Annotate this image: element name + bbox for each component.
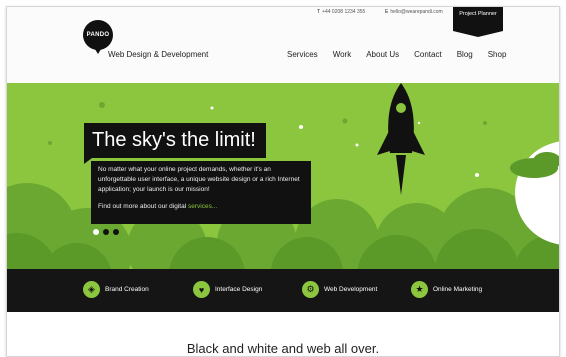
- nav-blog[interactable]: Blog: [457, 50, 473, 59]
- slide-dot-1[interactable]: [93, 229, 99, 235]
- nav-contact[interactable]: Contact: [414, 50, 442, 59]
- browser-frame: PANDO Web Design & Development T +44 0208…: [6, 6, 560, 357]
- globe-icon: ◈: [83, 281, 100, 298]
- rocket-icon: [377, 83, 425, 195]
- service-interface-design[interactable]: ♥ Interface Design: [193, 281, 262, 298]
- hero-description: No matter what your online project deman…: [91, 161, 311, 224]
- section-heading: Black and white and web all over.: [186, 341, 380, 356]
- slide-dot-2[interactable]: [103, 229, 109, 235]
- nav-services[interactable]: Services: [287, 50, 318, 59]
- service-label: Web Development: [324, 286, 378, 293]
- gear-icon: ⚙: [302, 281, 319, 298]
- service-label: Online Marketing: [433, 286, 483, 293]
- service-online-marketing[interactable]: ★ Online Marketing: [411, 281, 482, 298]
- email-contact[interactable]: Ehello@wearepandi.com: [385, 9, 443, 15]
- service-label: Interface Design: [215, 286, 263, 293]
- services-bar: ◈ Brand Creation ♥ Interface Design ⚙ We…: [7, 269, 559, 312]
- services-link[interactable]: services...: [188, 203, 217, 210]
- service-brand-creation[interactable]: ◈ Brand Creation: [83, 281, 149, 298]
- nav-work[interactable]: Work: [333, 50, 352, 59]
- phone-icon: T: [317, 9, 321, 15]
- logo[interactable]: PANDO: [83, 20, 113, 54]
- hero-more-line: Find out more about our digital services…: [98, 202, 304, 212]
- logo-text: PANDO: [86, 32, 110, 38]
- slide-dot-3[interactable]: [113, 229, 119, 235]
- project-planner-label: Project Planner: [459, 11, 497, 17]
- main-nav: Services Work About Us Contact Blog Shop: [287, 50, 521, 59]
- service-label: Brand Creation: [105, 286, 149, 293]
- service-web-development[interactable]: ⚙ Web Development: [302, 281, 377, 298]
- heart-icon: ♥: [193, 281, 210, 298]
- phone-contact: T +44 0208 1234 355: [317, 9, 365, 15]
- email-address[interactable]: hello@wearepandi.com: [390, 9, 442, 15]
- hero-banner: The sky's the limit! No matter what your…: [7, 83, 559, 269]
- hero-headline: The sky's the limit!: [84, 123, 266, 164]
- star-icon: ★: [411, 281, 428, 298]
- email-icon: E: [385, 9, 389, 15]
- project-planner-button[interactable]: Project Planner: [453, 7, 503, 37]
- phone-number: +44 0208 1234 355: [322, 9, 366, 15]
- more-prefix: Find out more about our digital: [98, 203, 187, 210]
- nav-shop[interactable]: Shop: [488, 50, 507, 59]
- tagline: Web Design & Development: [108, 50, 209, 59]
- hero-body: No matter what your online project deman…: [98, 166, 300, 193]
- nav-about-us[interactable]: About Us: [366, 50, 399, 59]
- intro-section: Black and white and web all over.: [7, 312, 559, 356]
- site-header: PANDO Web Design & Development T +44 0208…: [7, 7, 559, 83]
- slider-pager: [93, 229, 119, 235]
